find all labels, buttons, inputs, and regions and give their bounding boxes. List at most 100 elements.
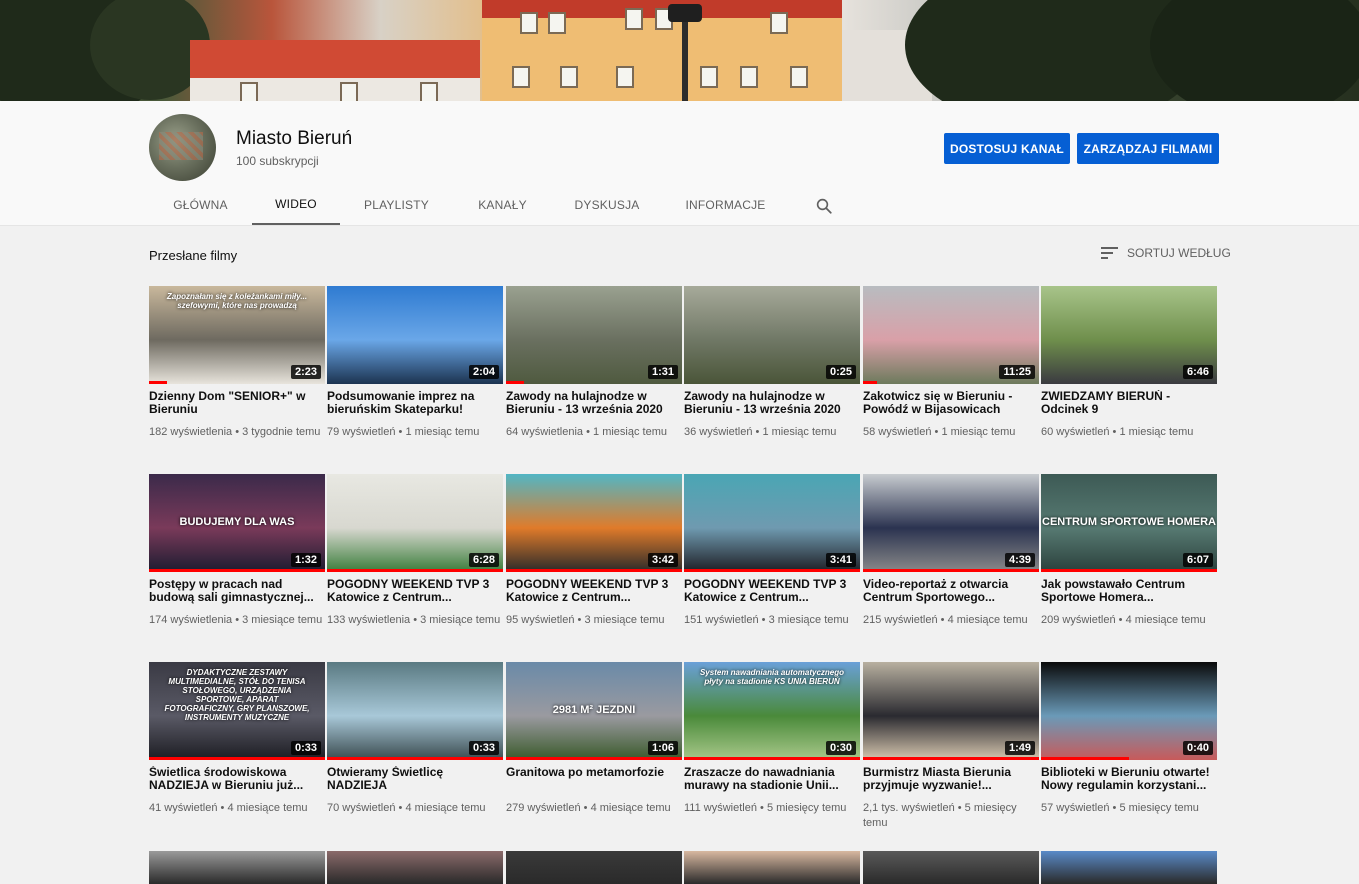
video-title[interactable]: Video-reportaż z otwarcia Centrum Sporto…	[863, 578, 1039, 605]
video-thumbnail[interactable]: 0:40	[1041, 662, 1217, 760]
video-title[interactable]: ZWIEDZAMY BIERUŃ - Odcinek 9	[1041, 390, 1217, 417]
video-card[interactable]: 1:49 Burmistrz Miasta Bierunia przyjmuje …	[863, 662, 1039, 831]
customize-channel-button[interactable]: DOSTOSUJ KANAŁ	[944, 133, 1070, 164]
video-thumbnail[interactable]	[149, 851, 325, 884]
video-thumbnail[interactable]	[684, 851, 860, 884]
video-card[interactable]: CENTRUM SPORTOWE HOMERA 6:07 Jak powstawał…	[1041, 474, 1217, 628]
video-thumbnail[interactable]: BUDUJEMY DLA WAS 1:32	[149, 474, 325, 572]
video-title[interactable]: Burmistrz Miasta Bierunia przyjmuje wyzw…	[863, 766, 1039, 793]
video-card[interactable]: DYDAKTYCZNE ZESTAWY MULTIMEDIALNE, STÓŁ …	[149, 662, 325, 816]
video-title[interactable]: POGODNY WEEKEND TVP 3 Katowice z Centrum…	[327, 578, 503, 605]
video-card[interactable]: 6:28 POGODNY WEEKEND TVP 3 Katowice z Cen…	[327, 474, 503, 628]
video-title[interactable]: Podsumowanie imprez na bieruńskim Skatep…	[327, 390, 503, 417]
video-title[interactable]: POGODNY WEEKEND TVP 3 Katowice z Centrum…	[684, 578, 860, 605]
thumbnail-overlay-text: DYDAKTYCZNE ZESTAWY MULTIMEDIALNE, STÓŁ …	[164, 668, 310, 722]
thumbnail-overlay-text: 2981 M² JEZDNI	[552, 704, 636, 716]
video-thumbnail[interactable]: CENTRUM SPORTOWE HOMERA 6:07	[1041, 474, 1217, 572]
video-title[interactable]: Otwieramy Świetlicę NADZIEJA	[327, 766, 503, 793]
video-views: 182 wyświetlenia	[149, 426, 233, 438]
video-title[interactable]: Postępy w pracach nad budową sali gimnas…	[149, 578, 325, 605]
video-duration: 0:25	[825, 365, 856, 379]
video-thumbnail[interactable]: DYDAKTYCZNE ZESTAWY MULTIMEDIALNE, STÓŁ …	[149, 662, 325, 760]
video-age: 1 miesiąc temu	[941, 426, 1016, 438]
video-duration: 6:28	[468, 553, 499, 567]
video-thumbnail[interactable]: 3:42	[506, 474, 682, 572]
video-thumbnail[interactable]: 1:49	[863, 662, 1039, 760]
video-card[interactable]: 3:41 POGODNY WEEKEND TVP 3 Katowice z Cen…	[684, 474, 860, 628]
video-thumbnail[interactable]: 6:46	[1041, 286, 1217, 384]
video-card[interactable]: 11:25 Zakotwicz się w Bieruniu - Powódź w…	[863, 286, 1039, 440]
video-thumbnail[interactable]: 0:33	[327, 662, 503, 760]
video-title[interactable]: Zakotwicz się w Bieruniu - Powódź w Bija…	[863, 390, 1039, 417]
video-card[interactable]: 1:31 Zawody na hulajnodze w Bieruniu - 13…	[506, 286, 682, 440]
sort-button[interactable]: SORTUJ WEDŁUG	[1101, 246, 1231, 260]
video-title[interactable]: POGODNY WEEKEND TVP 3 Katowice z Centrum…	[506, 578, 682, 605]
video-thumbnail[interactable]: 0:25	[684, 286, 860, 384]
video-views: 151 wyświetleń	[684, 614, 759, 626]
video-card[interactable]: 6:46 ZWIEDZAMY BIERUŃ - Odcinek 9 60 wyświ…	[1041, 286, 1217, 440]
video-title[interactable]: Granitowa po metamorfozie	[506, 766, 682, 793]
video-card[interactable]: 0:25 Zawody na hulajnodze w Bieruniu - 13…	[684, 286, 860, 440]
meta-separator: •	[756, 802, 767, 814]
video-title[interactable]: Zraszacze do nawadniania murawy na stadi…	[684, 766, 860, 793]
video-thumbnail[interactable]	[863, 851, 1039, 884]
video-thumbnail[interactable]: 6:28	[327, 474, 503, 572]
video-card[interactable]: BUDUJEMY DLA WAS 1:32 Postępy w pracach na…	[149, 474, 325, 628]
channel-avatar[interactable]	[149, 114, 216, 181]
video-thumbnail[interactable]: 1:31	[506, 286, 682, 384]
video-meta: 111 wyświetleń • 5 miesięcy temu	[684, 801, 860, 816]
video-card[interactable]: Zapoznałam się z koleżankami miły... sze…	[149, 286, 325, 440]
thumbnail-overlay-text: Zapoznałam się z koleżankami miły... sze…	[166, 292, 308, 310]
video-thumbnail[interactable]: 3:41	[684, 474, 860, 572]
video-age: 4 miesiące temu	[227, 802, 308, 814]
video-views: 60 wyświetleń	[1041, 426, 1110, 438]
video-card[interactable]: 2981 M² JEZDNI 1:06 Granitowa po metamorfo…	[506, 662, 682, 816]
video-card[interactable]: System nawadniania automatycznego płyty …	[684, 662, 860, 816]
video-thumbnail[interactable]: 11:25	[863, 286, 1039, 384]
video-age: 3 tygodnie temu	[242, 426, 321, 438]
video-card[interactable]: 2:04 Podsumowanie imprez na bieruńskim Sk…	[327, 286, 503, 440]
video-age: 1 miesiąc temu	[405, 426, 480, 438]
tab-playlists[interactable]: PLAYLISTY	[340, 185, 453, 225]
video-meta: 60 wyświetleń • 1 miesiąc temu	[1041, 425, 1217, 440]
video-age: 3 miesiące temu	[242, 614, 323, 626]
video-title[interactable]: Jak powstawało Centrum Sportowe Homera..…	[1041, 578, 1217, 605]
video-thumbnail[interactable]	[1041, 851, 1217, 884]
video-card[interactable]: 3:42 POGODNY WEEKEND TVP 3 Katowice z Cen…	[506, 474, 682, 628]
video-title[interactable]: Świetlica środowiskowa NADZIEJA w Bierun…	[149, 766, 325, 793]
video-title[interactable]: Dzienny Dom "SENIOR+" w Bieruniu	[149, 390, 325, 417]
meta-separator: •	[232, 614, 243, 626]
video-thumbnail[interactable]: 2:04	[327, 286, 503, 384]
sort-label: SORTUJ WEDŁUG	[1127, 246, 1231, 260]
video-title[interactable]: Biblioteki w Bieruniu otwarte! Nowy regu…	[1041, 766, 1217, 793]
video-thumbnail[interactable]: System nawadniania automatycznego płyty …	[684, 662, 860, 760]
video-card[interactable]: 0:40 Biblioteki w Bieruniu otwarte! Nowy …	[1041, 662, 1217, 816]
tab-about[interactable]: INFORMACJE	[662, 185, 789, 225]
thumbnail-overlay-text: CENTRUM SPORTOWE HOMERA	[1042, 516, 1216, 528]
video-thumbnail[interactable]	[506, 851, 682, 884]
video-views: 58 wyświetleń	[863, 426, 932, 438]
video-thumbnail[interactable]: 4:39	[863, 474, 1039, 572]
video-thumbnail[interactable]	[327, 851, 503, 884]
tab-channels[interactable]: KANAŁY	[453, 185, 552, 225]
tab-videos[interactable]: WIDEO	[252, 185, 340, 225]
video-thumbnail[interactable]: Zapoznałam się z koleżankami miły... sze…	[149, 286, 325, 384]
video-thumbnail[interactable]: 2981 M² JEZDNI 1:06	[506, 662, 682, 760]
video-age: 3 miesiące temu	[584, 614, 665, 626]
video-age: 4 miesiące temu	[947, 614, 1028, 626]
manage-videos-button[interactable]: ZARZĄDZAJ FILMAMI	[1077, 133, 1219, 164]
video-duration: 1:49	[1004, 741, 1035, 755]
channel-tabs: GŁÓWNA WIDEO PLAYLISTY KANAŁY DYSKUSJA I…	[149, 185, 789, 225]
watch-progress-bar	[506, 381, 524, 384]
tab-home[interactable]: GŁÓWNA	[149, 185, 252, 225]
search-icon[interactable]	[815, 197, 833, 215]
video-card[interactable]: 4:39 Video-reportaż z otwarcia Centrum Sp…	[863, 474, 1039, 628]
video-title[interactable]: Zawody na hulajnodze w Bieruniu - 13 wrz…	[506, 390, 682, 417]
video-meta: 79 wyświetleń • 1 miesiąc temu	[327, 425, 503, 440]
tab-discussion[interactable]: DYSKUSJA	[552, 185, 662, 225]
video-duration: 2:23	[290, 365, 321, 379]
video-title[interactable]: Zawody na hulajnodze w Bieruniu - 13 wrz…	[684, 390, 860, 417]
video-card[interactable]: 0:33 Otwieramy Świetlicę NADZIEJA 70 wyświ…	[327, 662, 503, 816]
video-meta: 36 wyświetleń • 1 miesiąc temu	[684, 425, 860, 440]
video-views: 57 wyświetleń	[1041, 802, 1110, 814]
